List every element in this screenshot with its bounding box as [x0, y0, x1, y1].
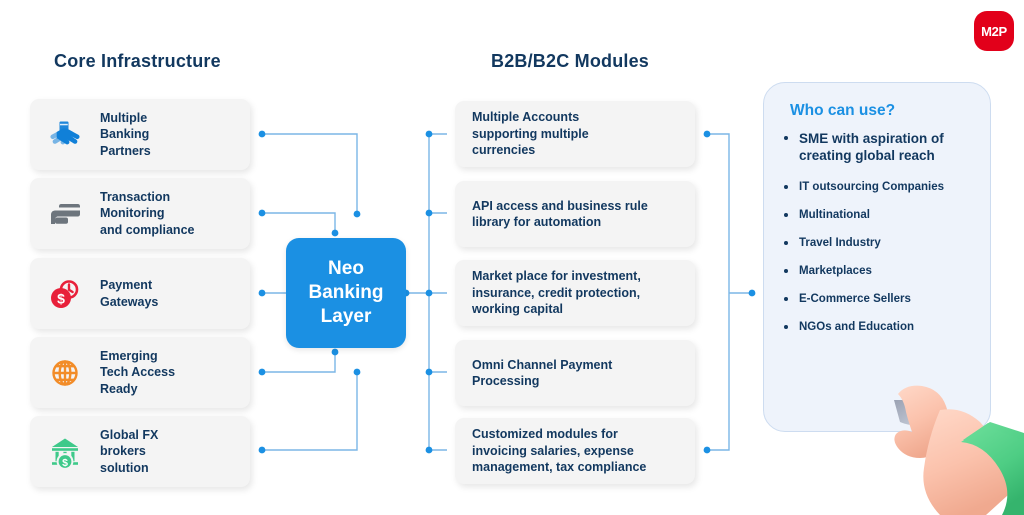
clock-dollar-icon: $ — [42, 271, 88, 317]
module-item-label: API access and business rule library for… — [472, 198, 648, 230]
neo-banking-layer-node[interactable]: Neo Banking Layer — [286, 238, 406, 348]
hand-card-icon — [42, 191, 88, 237]
core-item-label: Transaction Monitoring and compliance — [100, 189, 195, 237]
module-item-label: Omni Channel Payment Processing — [472, 357, 613, 389]
core-infrastructure-heading: Core Infrastructure — [54, 51, 221, 71]
core-item-emerging-tech-access[interactable]: Emerging Tech Access Ready — [30, 337, 250, 408]
neo-banking-layer-label: Neo Banking Layer — [308, 258, 384, 327]
module-item-label: Market place for investment, insurance, … — [472, 269, 641, 317]
core-item-label: Multiple Banking Partners — [100, 110, 151, 158]
who-list-item: Multinational — [782, 208, 976, 223]
who-list-item: IT outsourcing Companies — [782, 180, 976, 195]
module-item-customized-modules[interactable]: Customized modules for invoicing salarie… — [455, 418, 695, 484]
m2p-logo[interactable]: M2P — [974, 11, 1014, 51]
core-item-transaction-monitoring[interactable]: Transaction Monitoring and compliance — [30, 178, 250, 249]
who-can-use-title: Who can use? — [790, 102, 896, 119]
module-item-label: Multiple Accounts supporting multiple cu… — [472, 110, 589, 158]
module-item-multiple-accounts[interactable]: Multiple Accounts supporting multiple cu… — [455, 101, 695, 167]
core-item-label: Global FX brokers solution — [100, 427, 159, 475]
who-list-item: Marketplaces — [782, 264, 976, 279]
module-item-label: Customized modules for invoicing salarie… — [472, 427, 647, 475]
core-item-label: Payment Gateways — [100, 278, 159, 309]
core-item-label: Emerging Tech Access Ready — [100, 348, 176, 396]
core-item-payment-gateways[interactable]: $ Payment Gateways — [30, 258, 250, 329]
b2b-b2c-modules-heading: B2B/B2C Modules — [491, 51, 650, 71]
module-item-market-place[interactable]: Market place for investment, insurance, … — [455, 260, 695, 326]
who-list-item: NGOs and Education — [782, 320, 976, 335]
m2p-logo-badge: M2P — [974, 11, 1014, 51]
who-list-item: Travel Industry — [782, 236, 976, 251]
handshake-icon — [42, 112, 88, 158]
globe-icon — [42, 350, 88, 396]
bank-dollar-icon: $ — [42, 429, 88, 475]
svg-text:$: $ — [62, 457, 68, 469]
who-can-use-panel: Who can use? SME with aspiration of crea… — [763, 82, 991, 432]
module-item-api-access[interactable]: API access and business rule library for… — [455, 181, 695, 247]
svg-text:$: $ — [57, 290, 65, 306]
m2p-logo-text: M2P — [981, 23, 1007, 39]
core-item-global-fx-brokers[interactable]: $ Global FX brokers solution — [30, 416, 250, 487]
who-can-use-list: SME with aspiration of creating global r… — [782, 130, 976, 335]
who-list-item: SME with aspiration of creating global r… — [782, 130, 976, 164]
module-item-omni-channel-payment[interactable]: Omni Channel Payment Processing — [455, 340, 695, 406]
who-list-item: E-Commerce Sellers — [782, 292, 976, 307]
core-item-multiple-banking-partners[interactable]: Multiple Banking Partners — [30, 99, 250, 170]
diagram-canvas: Core Infrastructure B2B/B2C Modules Mult… — [0, 0, 1024, 515]
